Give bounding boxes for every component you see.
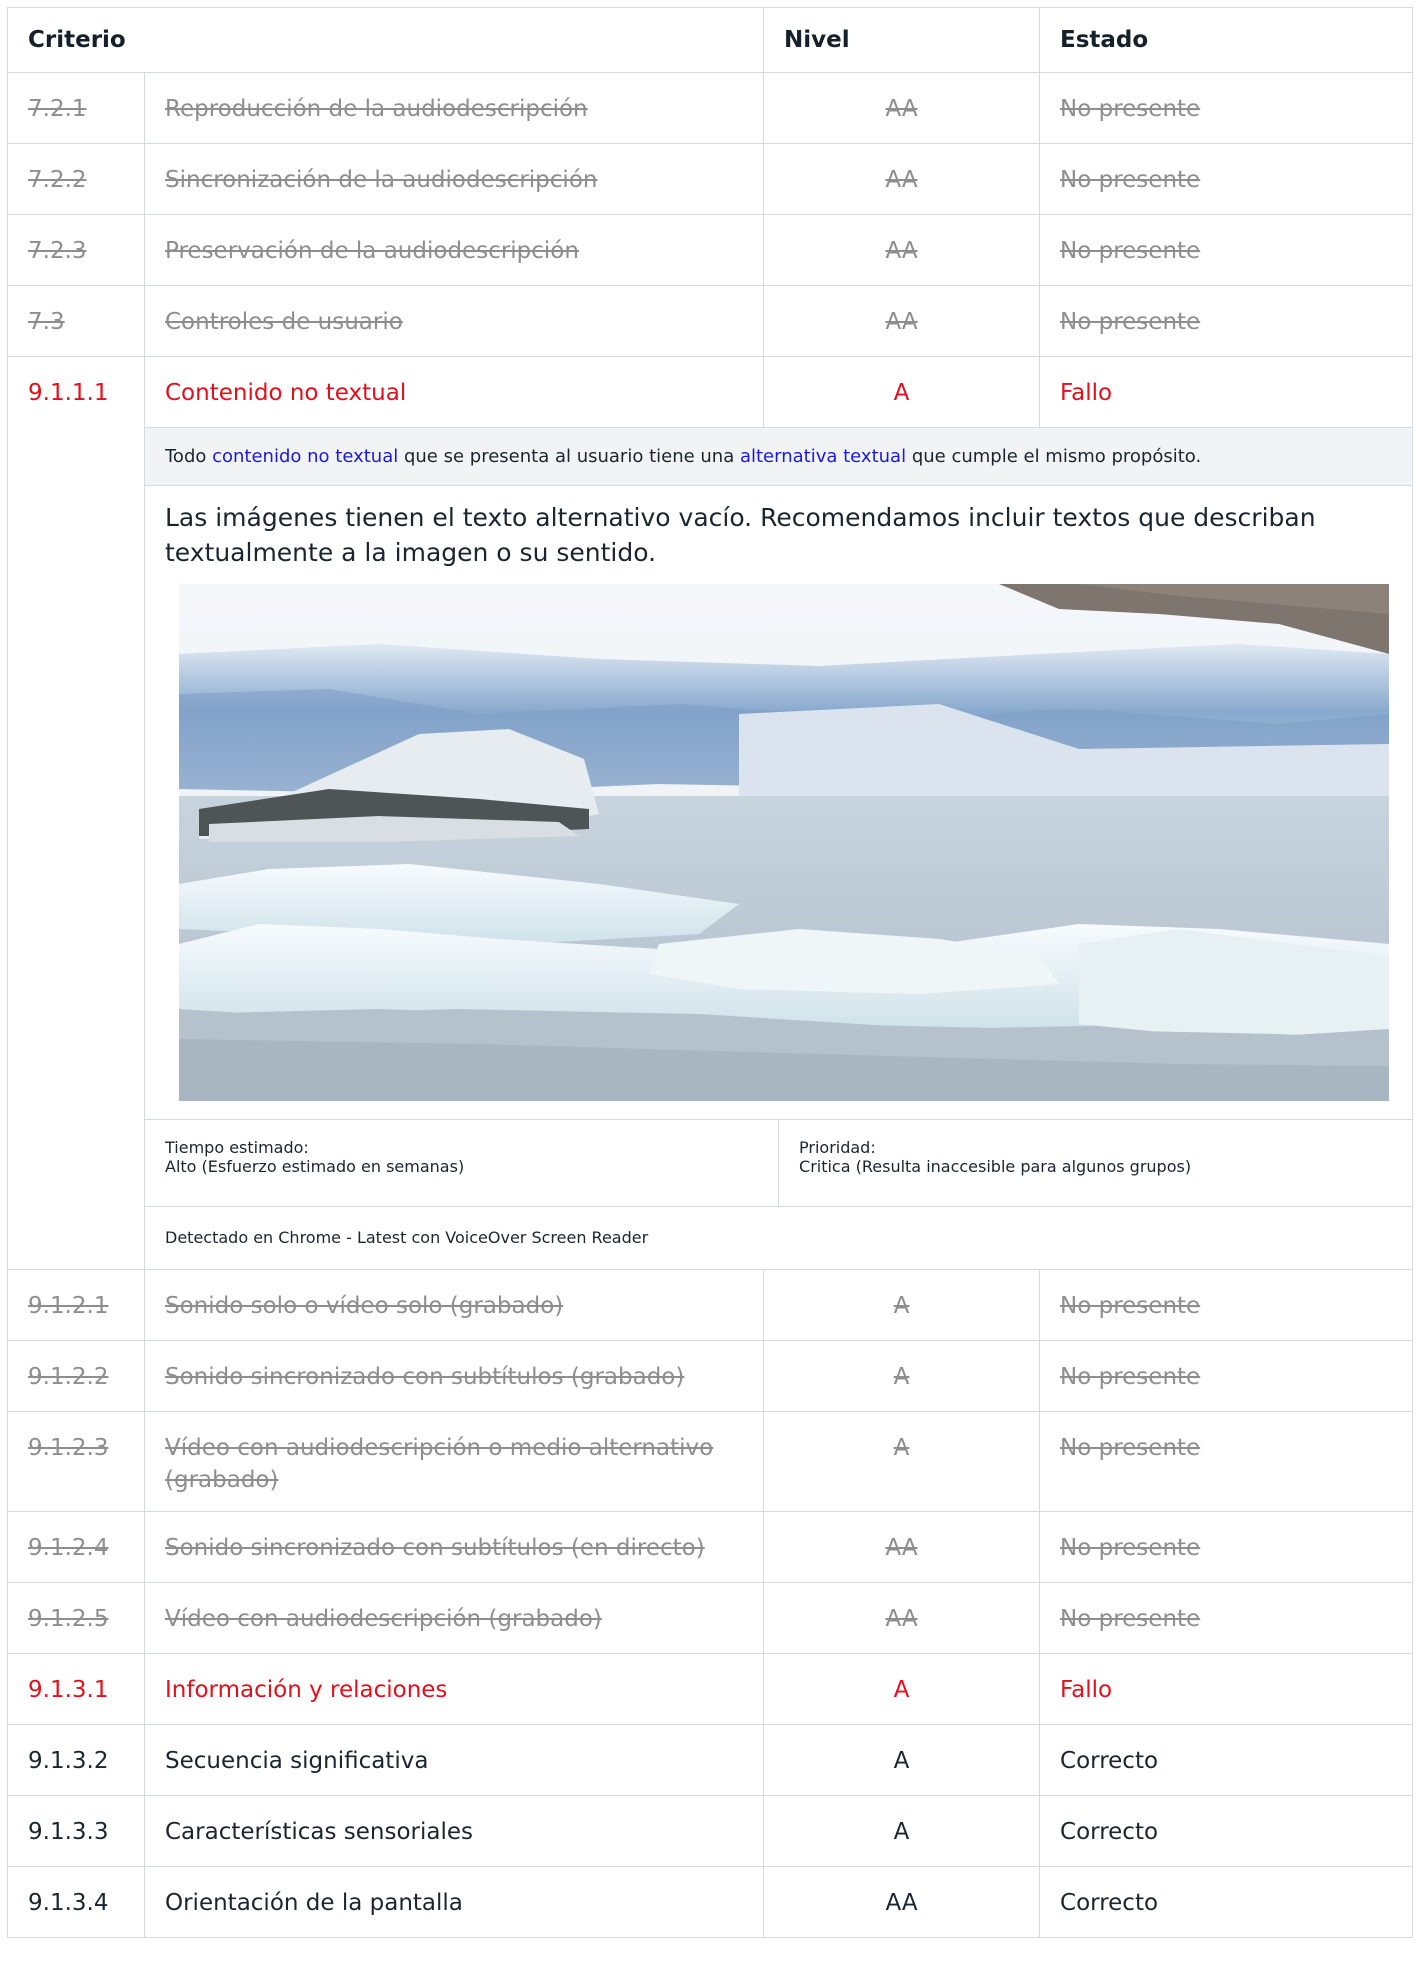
criterion-id: 7.2.1	[7, 72, 145, 144]
criterion-status: No presente	[1039, 1269, 1414, 1341]
estimated-time-label: Tiempo estimado:	[165, 1138, 309, 1157]
criterion-id: 9.1.3.3	[7, 1795, 145, 1867]
criterion-status: Fallo	[1039, 356, 1414, 428]
detail-row: Todo contenido no textual que se present…	[8, 427, 1414, 1270]
criterion-status: Correcto	[1039, 1724, 1414, 1796]
criterion-description: Todo contenido no textual que se present…	[145, 428, 1413, 486]
table-row-expanded[interactable]: 9.1.1.1 Contenido no textual A Fallo	[7, 356, 1414, 1270]
criterion-id: 9.1.2.2	[7, 1340, 145, 1412]
table-row[interactable]: 9.1.2.2 Sonido sincronizado con subtítul…	[7, 1340, 1414, 1412]
criterion-level: A	[763, 1653, 1041, 1725]
criterion-status: No presente	[1039, 72, 1414, 144]
criterion-id: 7.2.3	[7, 214, 145, 286]
criterion-name: Preservación de la audiodescripción	[143, 214, 765, 286]
table-row[interactable]: 9.1.2.3 Vídeo con audiodescripción o med…	[7, 1411, 1414, 1512]
criterion-status: No presente	[1039, 1340, 1414, 1412]
table-row[interactable]: 7.2.1 Reproducción de la audiodescripció…	[7, 72, 1414, 144]
criterion-status: No presente	[1039, 214, 1414, 286]
table-header: Criterio Nivel Estado	[6, 7, 1414, 73]
criterion-status: No presente	[1039, 285, 1414, 357]
criterion-level: A	[763, 1724, 1041, 1796]
table-row[interactable]: 9.1.2.1 Sonido solo o vídeo solo (grabad…	[7, 1269, 1414, 1341]
criterion-id: 9.1.2.1	[7, 1269, 145, 1341]
priority-value: Critica (Resulta inaccesible para alguno…	[799, 1157, 1192, 1176]
criterion-level: A	[763, 356, 1041, 428]
criterion-status: No presente	[1039, 143, 1414, 215]
estimated-time: Tiempo estimado: Alto (Esfuerzo estimado…	[145, 1120, 778, 1206]
criterion-status: Correcto	[1039, 1795, 1414, 1867]
priority-label: Prioridad:	[799, 1138, 876, 1157]
link-non-text-content[interactable]: contenido no textual	[212, 446, 398, 467]
table-row[interactable]: 7.3 Controles de usuario AA No presente	[7, 285, 1414, 357]
table-row[interactable]: 7.2.2 Sincronización de la audiodescripc…	[7, 143, 1414, 215]
estimated-time-value: Alto (Esfuerzo estimado en semanas)	[165, 1157, 465, 1176]
criterion-name: Sonido solo o vídeo solo (grabado)	[143, 1269, 765, 1341]
criterion-id: 7.2.2	[7, 143, 145, 215]
criterion-name: Información y relaciones	[143, 1653, 765, 1725]
criterion-id: 7.3	[7, 285, 145, 357]
criterion-level: AA	[763, 285, 1041, 357]
table-row[interactable]: 9.1.2.5 Vídeo con audiodescripción (grab…	[7, 1582, 1414, 1654]
criteria-table: Criterio Nivel Estado 7.2.1 Reproducción…	[6, 7, 1414, 1938]
criterion-name: Vídeo con audiodescripción (grabado)	[143, 1582, 765, 1654]
table-row[interactable]: 9.1.3.1 Información y relaciones A Fallo	[7, 1653, 1414, 1725]
detail-panel: Todo contenido no textual que se present…	[143, 427, 1414, 1270]
criterion-id: 9.1.1.1	[7, 356, 145, 1270]
table-row[interactable]: 9.1.3.3 Características sensoriales A Co…	[7, 1795, 1414, 1867]
glacier-photo	[179, 584, 1389, 1101]
table-row[interactable]: 9.1.3.2 Secuencia significativa A Correc…	[7, 1724, 1414, 1796]
criterion-name: Vídeo con audiodescripción o medio alter…	[143, 1411, 765, 1512]
header-status: Estado	[1039, 7, 1414, 73]
criterion-level: AA	[763, 214, 1041, 286]
criterion-name: Sonido sincronizado con subtítulos (grab…	[143, 1340, 765, 1412]
table-row[interactable]: 7.2.3 Preservación de la audiodescripció…	[7, 214, 1414, 286]
criterion-name: Sincronización de la audiodescripción	[143, 143, 765, 215]
criterion-name: Controles de usuario	[143, 285, 765, 357]
criterion-name: Orientación de la pantalla	[143, 1866, 765, 1938]
criterion-name: Secuencia significativa	[143, 1724, 765, 1796]
criterion-status: No presente	[1039, 1411, 1414, 1512]
criterion-status: Fallo	[1039, 1653, 1414, 1725]
priority: Prioridad: Critica (Resulta inaccesible …	[778, 1120, 1412, 1206]
criterion-id: 9.1.3.1	[7, 1653, 145, 1725]
criterion-level: AA	[763, 1582, 1041, 1654]
criterion-level: AA	[763, 72, 1041, 144]
criterion-status: No presente	[1039, 1511, 1414, 1583]
criterion-level: A	[763, 1269, 1041, 1341]
detected-environment: Detectado en Chrome - Latest con VoiceOv…	[145, 1206, 1413, 1269]
criterion-name: Contenido no textual	[143, 356, 765, 428]
table-row[interactable]: 9.1.3.4 Orientación de la pantalla AA Co…	[7, 1866, 1414, 1938]
audit-comment: Las imágenes tienen el texto alternativo…	[165, 503, 1316, 567]
criterion-level: AA	[763, 143, 1041, 215]
criterion-level: AA	[763, 1866, 1041, 1938]
criterion-id: 9.1.2.3	[7, 1411, 145, 1512]
criterion-level: A	[763, 1795, 1041, 1867]
criterion-id: 9.1.2.5	[7, 1582, 145, 1654]
criterion-id: 9.1.3.2	[7, 1724, 145, 1796]
criterion-name: Características sensoriales	[143, 1795, 765, 1867]
header-level: Nivel	[763, 7, 1041, 73]
criterion-name: Reproducción de la audiodescripción	[143, 72, 765, 144]
meta-row: Tiempo estimado: Alto (Esfuerzo estimado…	[145, 1119, 1413, 1206]
criterion-status: No presente	[1039, 1582, 1414, 1654]
criterion-level: A	[763, 1340, 1041, 1412]
header-criterion: Criterio	[6, 7, 765, 73]
criterion-status: Correcto	[1039, 1866, 1414, 1938]
criterion-name: Sonido sincronizado con subtítulos (en d…	[143, 1511, 765, 1583]
criterion-level: A	[763, 1411, 1041, 1512]
criterion-id: 9.1.2.4	[7, 1511, 145, 1583]
criterion-level: AA	[763, 1511, 1041, 1583]
criterion-id: 9.1.3.4	[7, 1866, 145, 1938]
link-text-alternative[interactable]: alternativa textual	[740, 446, 906, 467]
table-row[interactable]: 9.1.2.4 Sonido sincronizado con subtítul…	[7, 1511, 1414, 1583]
